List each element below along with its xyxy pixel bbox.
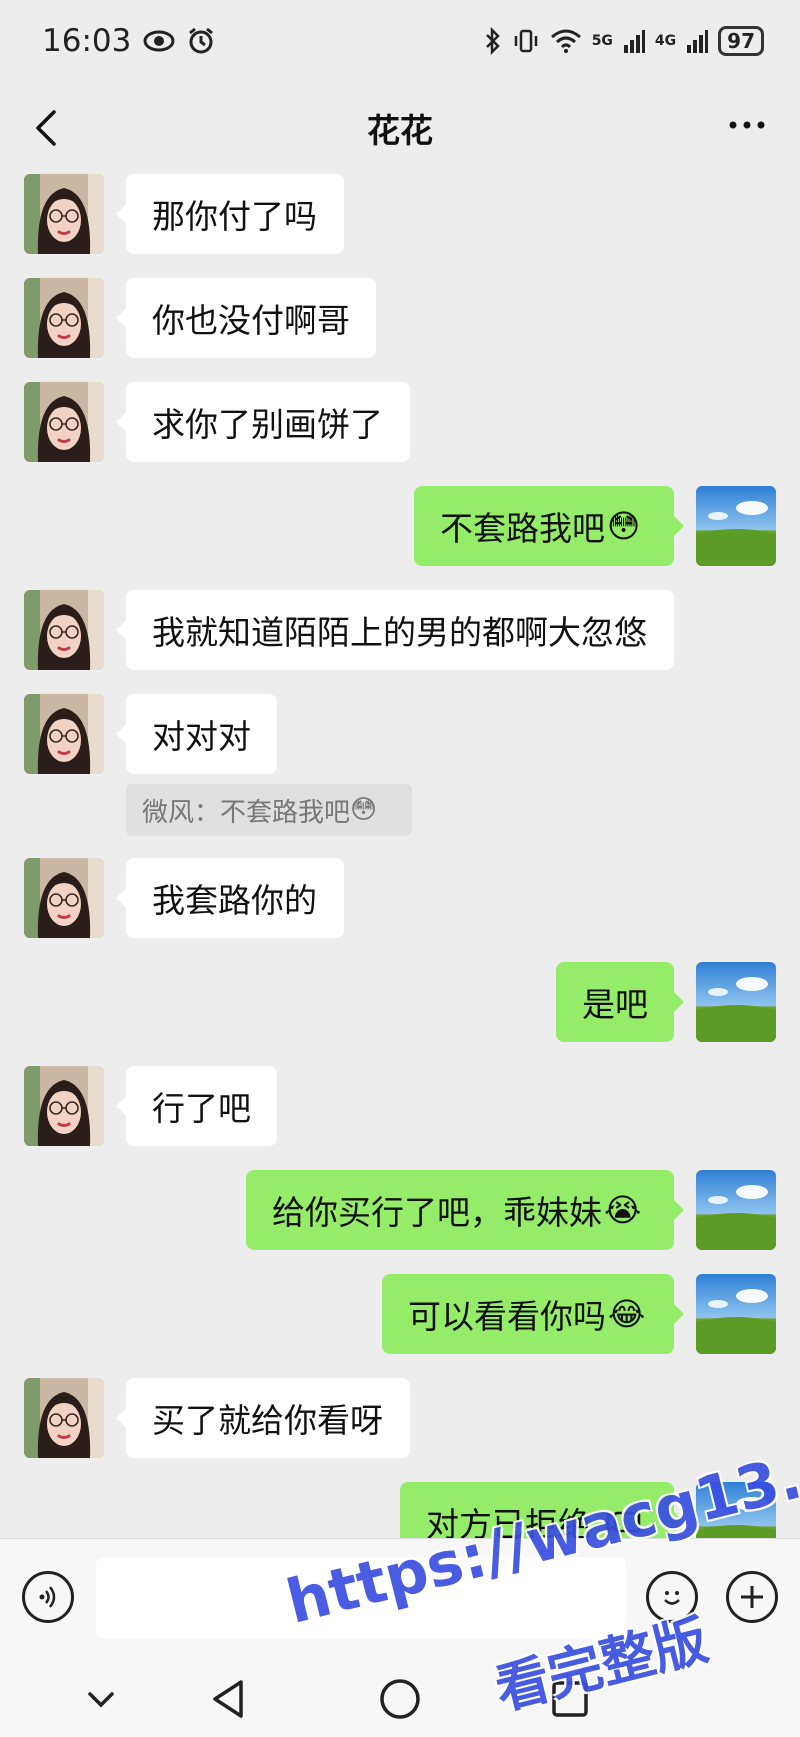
message-bubble[interactable]: 我套路你的 [116, 858, 344, 938]
my-avatar[interactable] [696, 1170, 776, 1250]
emoji: 😭 [604, 1191, 642, 1229]
message-text: 对对对 [152, 717, 251, 756]
message-text: 行了吧 [152, 1089, 251, 1128]
chat-header: 花花 [0, 82, 800, 174]
back-arrow-icon[interactable] [28, 104, 68, 152]
alarm-icon [189, 27, 214, 54]
contact-avatar[interactable] [24, 1066, 104, 1146]
message-text: 求你了别画饼了 [152, 405, 383, 444]
status-bar: 16:03 5G 4G 97 [0, 0, 800, 82]
contact-avatar[interactable] [24, 174, 104, 254]
message-bubble[interactable]: 你也没付啊哥 [116, 278, 376, 358]
chat-message-list[interactable]: 那你付了吗 你也没付啊哥 求你了别画饼了 不套路我吧 😳 我就知道陌陌上的男的都啊大忽悠对… [0, 174, 800, 1538]
more-options-icon[interactable] [728, 120, 766, 130]
message-text: 可以看看你吗 [408, 1297, 606, 1336]
message-text: 你也没付啊哥 [152, 301, 350, 340]
message-bubble[interactable]: 求你了别画饼了 [116, 382, 410, 462]
message-bubble[interactable]: 给你买行了吧，乖妹妹 😭 [246, 1170, 684, 1250]
signal-bars-icon [687, 30, 709, 53]
message-bubble[interactable]: 我就知道陌陌上的男的都啊大忽悠 [116, 590, 674, 670]
emoji: 😂 [608, 1295, 646, 1333]
my-avatar[interactable] [696, 962, 776, 1042]
battery-indicator: 97 [718, 26, 764, 56]
my-avatar[interactable] [696, 1274, 776, 1354]
signal-bars-icon [623, 30, 645, 53]
vibrate-icon [514, 29, 537, 53]
nav-back-icon[interactable] [205, 1674, 255, 1724]
quoted-reply[interactable]: 微风：不套路我吧 😳 [126, 784, 412, 836]
bluetooth-icon [485, 27, 500, 55]
message-text: 不套路我吧 [440, 509, 605, 548]
contact-avatar[interactable] [24, 1378, 104, 1458]
message-text: 是吧 [582, 985, 648, 1024]
message-bubble[interactable]: 可以看看你吗 😂 [382, 1274, 684, 1354]
message-text: 我套路你的 [152, 881, 317, 920]
message-text: 给你买行了吧，乖妹妹 [272, 1193, 602, 1232]
contact-avatar[interactable] [24, 694, 104, 774]
message-bubble[interactable]: 买了就给你看呀 [116, 1378, 410, 1458]
signal-4g-label: 4G [654, 33, 677, 49]
wifi-icon [550, 29, 581, 53]
chevron-down-icon[interactable] [76, 1674, 126, 1724]
quoted-text: 微风：不套路我吧 [142, 797, 351, 828]
my-avatar[interactable] [696, 486, 776, 566]
message-bubble[interactable]: 是吧 [556, 962, 684, 1042]
emoji: 😳 [350, 795, 378, 825]
message-text: 买了就给你看呀 [152, 1401, 383, 1440]
message-bubble[interactable]: 行了吧 [116, 1066, 277, 1146]
message-text: 那你付了吗 [152, 197, 317, 236]
chat-title: 花花 [367, 111, 433, 150]
message-text: 我就知道陌陌上的男的都啊大忽悠 [152, 613, 647, 652]
message-bubble[interactable]: 不套路我吧 😳 [414, 486, 684, 566]
contact-avatar[interactable] [24, 858, 104, 938]
message-bubble[interactable]: 对对对 [116, 694, 277, 774]
more-functions-button[interactable] [726, 1571, 778, 1623]
signal-5g-label: 5G [591, 33, 613, 49]
voice-input-button[interactable] [22, 1571, 74, 1623]
contact-avatar[interactable] [24, 590, 104, 670]
nav-home-icon[interactable] [375, 1674, 425, 1724]
contact-avatar[interactable] [24, 278, 104, 358]
contact-avatar[interactable] [24, 382, 104, 462]
eye-icon [143, 30, 175, 52]
status-time: 16:03 [42, 23, 132, 59]
plus-icon [741, 1586, 763, 1608]
emoji: 😳 [607, 507, 641, 545]
message-bubble[interactable]: 那你付了吗 [116, 174, 344, 254]
voice-icon [39, 1586, 56, 1608]
